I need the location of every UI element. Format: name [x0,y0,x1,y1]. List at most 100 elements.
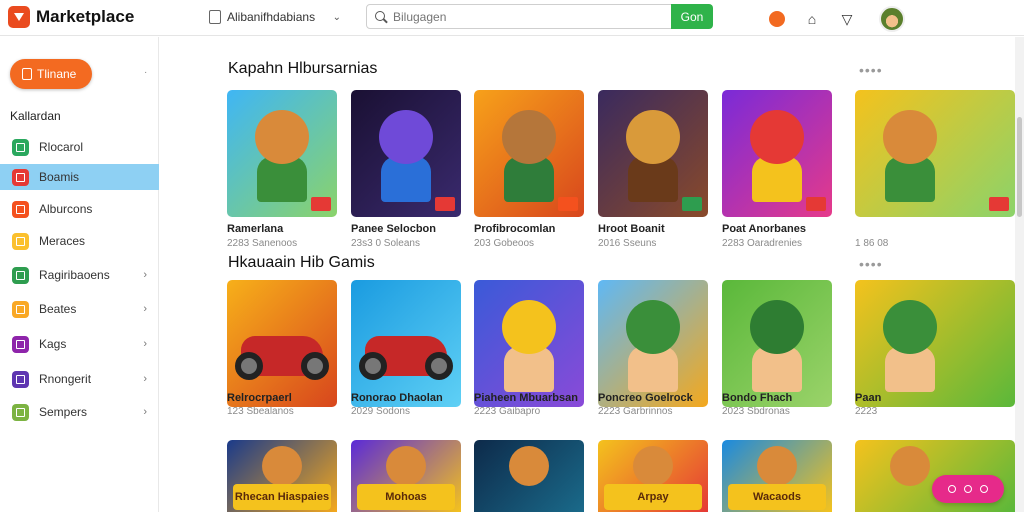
game-character-art [502,110,556,164]
game-card[interactable] [855,280,1015,407]
sidebar-item[interactable]: Meraces [0,228,159,254]
game-card[interactable] [722,280,832,407]
game-character-art [757,446,797,486]
trophy-icon: ▽ [841,10,853,27]
game-card[interactable] [351,90,461,217]
game-card[interactable] [722,90,832,217]
chevron-right-icon: › [143,269,147,281]
top-bar: Marketplace Alibanifhdabians ⌄ Gon ⌂ ▽ [0,0,1024,36]
game-title[interactable]: Poncreo Goelrock [598,392,708,404]
category-icon [12,138,29,156]
game-logo-art: Wacaods [728,484,826,510]
chevron-down-icon: ⌄ [332,11,341,23]
section-title: Hkauaain Hib Gamis [228,254,375,271]
game-card[interactable] [227,90,337,217]
search-button[interactable]: Gon [671,4,713,29]
game-card[interactable] [598,280,708,407]
game-card[interactable] [855,90,1015,217]
notification-button[interactable] [766,8,788,30]
game-card[interactable] [351,280,461,407]
wheel-art [359,352,387,380]
game-title[interactable]: Bondo Fhach [722,392,832,404]
sidebar-item[interactable]: Kags › [0,331,159,357]
game-character-art [386,446,426,486]
sidebar-item[interactable]: Rnongerit › [0,366,159,392]
game-card[interactable] [598,90,708,217]
floating-action-button[interactable] [932,475,1004,503]
app-title: Marketplace [36,7,135,26]
sidebar-cta-button[interactable]: Tlinane [10,59,92,89]
game-card[interactable] [227,280,337,407]
game-title[interactable]: Profibrocomlan [474,223,584,235]
avatar[interactable] [879,6,905,32]
picker-icon [209,10,221,24]
game-badge-icon [806,197,826,211]
game-badge-icon [989,197,1009,211]
sidebar: Tlinane · Kallardan Rlocarol Boamis Alburc… [0,37,159,512]
sidebar-menu-dot[interactable]: · [144,67,147,78]
more-options-icon[interactable]: •••• [859,256,883,272]
game-logo-art: Mohoas [357,484,455,510]
game-subtitle: 203 Gobeoos [474,238,535,249]
trophy-button[interactable]: ▽ [836,8,858,30]
sidebar-item[interactable]: Ragiribaoens › [0,262,159,288]
chevron-right-icon: › [143,406,147,418]
game-card[interactable]: Mohoas [351,440,461,512]
game-subtitle: 2029 Sodons [351,406,410,417]
sidebar-item[interactable]: Sempers › [0,399,159,425]
game-card[interactable]: Rhecan Hiaspaies [227,440,337,512]
wheel-art [301,352,329,380]
game-card[interactable] [474,280,584,407]
game-character-art [633,446,673,486]
game-card[interactable] [474,440,584,512]
app-window: Marketplace Alibanifhdabians ⌄ Gon ⌂ ▽ T… [0,0,1024,512]
category-icon [12,335,29,353]
game-title[interactable]: Ronorao Dhaolan [351,392,461,404]
sidebar-heading: Kallardan [10,109,61,123]
game-subtitle: 123 Sbealanos [227,406,294,417]
game-character-art [509,446,549,486]
game-character-art [883,110,937,164]
game-character-art [750,110,804,164]
game-character-art [262,446,302,486]
game-character-art [502,300,556,354]
sidebar-item-label: Ragiribaoens [39,268,110,282]
sidebar-item[interactable]: Rlocarol [0,134,159,160]
chevron-right-icon: › [143,338,147,350]
scroll-thumb[interactable] [1017,117,1022,217]
game-card[interactable] [474,90,584,217]
game-title[interactable]: Piaheen Mbuarbsan [474,392,584,404]
wheel-art [235,352,263,380]
category-icon [12,266,29,284]
game-title[interactable]: Relrocrpaerl [227,392,337,404]
game-title[interactable]: Ramerlana [227,223,337,235]
sidebar-item[interactable]: Beates › [0,296,159,322]
sidebar-item-label: Beates [39,302,77,316]
search-box [366,4,672,29]
scrollbar[interactable] [1015,37,1024,512]
sidebar-item[interactable]: Alburcons [0,196,159,222]
category-icon [12,370,29,388]
chevron-right-icon: › [143,373,147,385]
game-card[interactable]: Arpay [598,440,708,512]
game-character-art [883,300,937,354]
game-title[interactable]: Paan [855,392,1015,404]
cta-icon [22,68,32,80]
sidebar-item[interactable]: Boamis [0,164,159,190]
game-title[interactable]: Hroot Boanit [598,223,708,235]
brand[interactable]: Marketplace [8,6,134,28]
picker-label: Alibanifhdabians [227,10,316,24]
game-title[interactable]: Poat Anorbanes [722,223,832,235]
game-subtitle: 2283 Sanenoos [227,238,298,249]
search-input[interactable] [393,9,663,24]
orange-circle-icon [769,11,785,27]
sidebar-item-label: Rlocarol [39,140,84,154]
game-card[interactable]: Wacaods [722,440,832,512]
more-options-icon[interactable]: •••• [859,62,883,78]
category-picker[interactable]: Alibanifhdabians ⌄ [205,5,345,29]
fab-icon [964,485,972,493]
game-subtitle: 23s3 0 Soleans [351,238,420,249]
game-title[interactable]: Panee Selocbon [351,223,461,235]
sidebar-item-label: Rnongerit [39,372,92,386]
bag-button[interactable]: ⌂ [801,8,823,30]
